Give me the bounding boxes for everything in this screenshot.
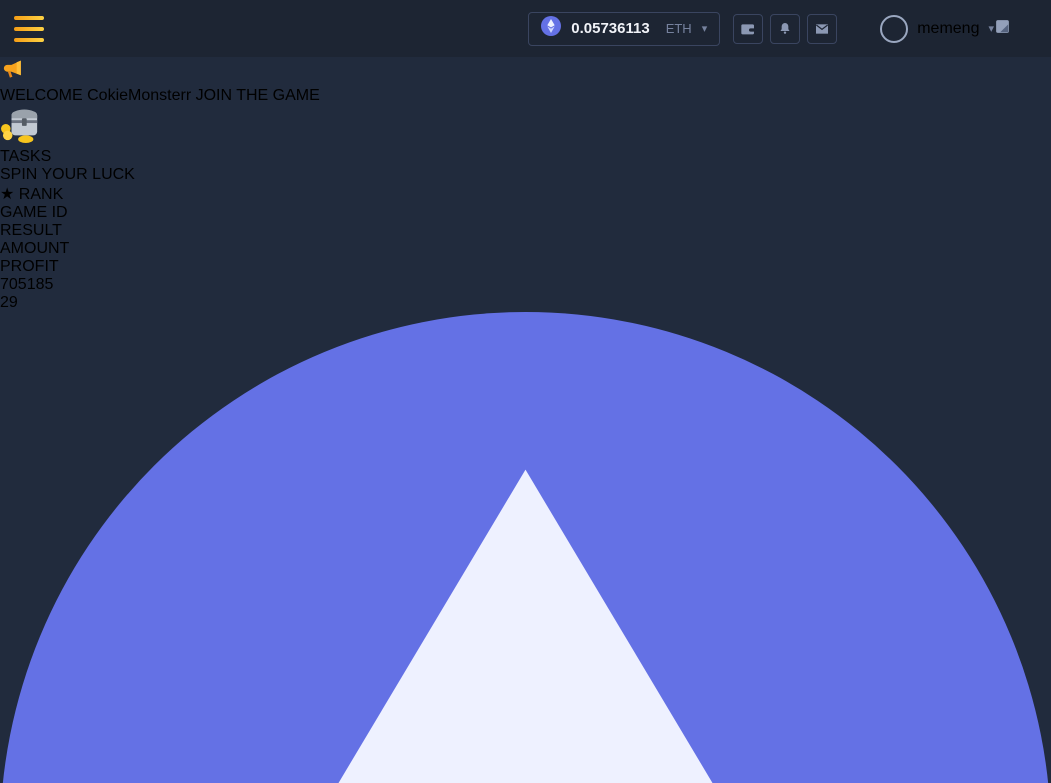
welcome-player-name: CokieMonsterr [87,87,191,104]
chat-toggle-button[interactable] [994,18,1011,40]
tasks-link[interactable]: TASKS SPIN YOUR LUCK [0,105,1051,184]
username: memeng [917,20,979,38]
rank-link[interactable]: ★ RANK [0,184,1051,204]
chevron-down-icon: ▾ [702,22,708,35]
welcome-announcement: WELCOME CokieMonsterr JOIN THE GAME [0,57,1051,105]
treasure-chest-icon [0,105,42,143]
table-header: GAME ID RESULT AMOUNT PROFIT [0,204,1051,276]
menu-icon[interactable] [14,16,44,42]
tasks-title: TASKS [0,148,1051,166]
game-table-body: 705185290.00400000ETH0.00000000ETH705184… [0,276,1051,783]
megaphone-icon [0,57,25,82]
result-badge: 29 [0,294,18,311]
wallet-icon [740,21,756,37]
header-game-id: GAME ID [0,204,1051,222]
amount-cell: 0.00400000ETH [0,312,1051,783]
announcement-banner: WELCOME CokieMonsterr JOIN THE GAME TASK… [0,57,1051,204]
balance-selector[interactable]: 0.05736113 ETH ▾ [528,12,720,46]
messages-button[interactable] [807,14,837,44]
welcome-prefix: WELCOME [0,87,83,104]
avatar [880,15,908,43]
top-bar: 0.05736113 ETH ▾ memeng ▾ [0,0,1051,57]
eth-coin-icon [541,16,561,41]
table-row[interactable]: 705185290.00400000ETH0.00000000ETH [0,276,1051,783]
welcome-suffix: JOIN THE GAME [196,87,320,104]
header-result: RESULT [0,222,1051,240]
notifications-button[interactable] [770,14,800,44]
balance-currency: ETH [666,21,692,36]
wallet-button[interactable] [733,14,763,44]
user-menu[interactable]: memeng ▾ [880,15,994,43]
balance-value: 0.05736113 [571,20,649,37]
rank-label: RANK [19,186,63,203]
header-profit: PROFIT [0,258,1051,276]
header-amount: AMOUNT [0,240,1051,258]
tasks-subtitle: SPIN YOUR LUCK [0,166,1051,184]
envelope-icon [814,21,830,37]
star-icon: ★ [0,186,14,203]
chat-icon [994,18,1011,35]
bell-icon [777,21,793,37]
game-id: 705185 [0,276,1051,294]
game-history-table: GAME ID RESULT AMOUNT PROFIT 705185290.0… [0,204,1051,783]
